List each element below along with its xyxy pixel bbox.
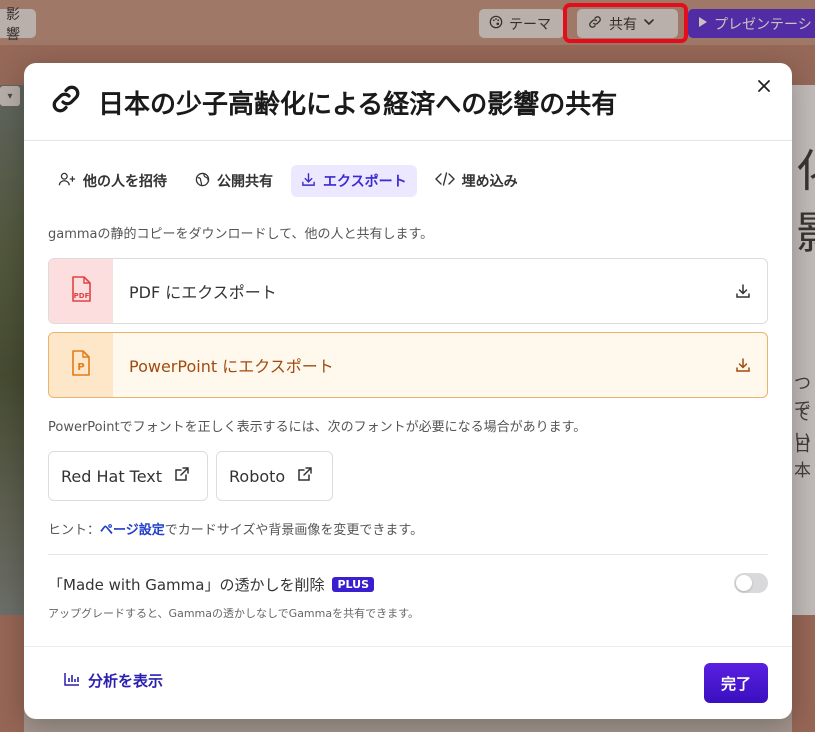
view-analytics-label: 分析を表示 [88,672,164,690]
page-settings-link[interactable]: ページ設定 [100,523,165,538]
bar-chart-icon [64,672,80,690]
download-icon [719,283,767,299]
tab-label: エクスポート [323,174,407,190]
tab-invite[interactable]: 他の人を招待 [48,165,177,197]
export-pdf-icon-box: PDF [49,259,113,323]
export-description: gammaの静的コピーをダウンロードして、他の人と共有します。 [48,227,434,242]
share-button-highlight [563,3,688,43]
watermark-option: 「Made with Gamma」の透かしを削除 PLUS [48,574,375,595]
pdf-file-icon: PDF [68,275,94,307]
tab-label: 公開共有 [217,174,273,190]
globe-icon [195,172,210,191]
section-divider [48,554,768,555]
font-link-label: Roboto [229,466,286,486]
tab-label: 他の人を招待 [83,174,167,190]
font-link-label: Red Hat Text [61,466,163,486]
dialog-title: 日本の少子高齢化による経済への影響の共有 [98,90,618,120]
toggle-knob [736,575,752,591]
pdf-icon-text: PDF [74,292,90,300]
close-button[interactable] [752,75,776,99]
font-link-red-hat-text[interactable]: Red Hat Text [48,451,208,501]
watermark-title: 「Made with Gamma」の透かしを削除 [48,576,325,594]
close-icon [757,78,771,97]
view-analytics-button[interactable]: 分析を表示 [64,670,163,691]
tab-public-share[interactable]: 公開共有 [185,165,283,197]
powerpoint-file-icon: P [69,349,93,381]
export-powerpoint-button[interactable]: P PowerPoint にエクスポート [48,332,768,398]
watermark-subtitle: アップグレードすると、Gammaの透かしなしでGammaを共有できます。 [48,607,420,620]
export-powerpoint-label: PowerPoint にエクスポート [129,357,334,376]
export-pdf-label: PDF にエクスポート [129,283,277,302]
font-requirement-note: PowerPointでフォントを正しく表示するには、次のフォントが必要になる場合… [48,420,587,435]
export-pdf-button[interactable]: PDF PDF にエクスポート [48,258,768,324]
download-icon [301,172,316,191]
watermark-toggle[interactable] [734,573,768,593]
tab-export[interactable]: エクスポート [291,165,417,197]
hint-prefix: ヒント： [48,523,101,538]
footer-divider [24,646,792,647]
link-icon [48,81,84,124]
share-dialog: 日本の少子高齢化による経済への影響の共有 他の人を招待 公開共有 エクスポート [24,63,792,719]
tab-embed[interactable]: 埋め込み [425,165,528,197]
external-link-icon [174,466,190,486]
dialog-title-row: 日本の少子高齢化による経済への影響の共有 [48,81,617,124]
hint-suffix: でカードサイズや背景画像を変更できます。 [164,523,424,538]
dialog-header: 日本の少子高齢化による経済への影響の共有 [24,63,792,141]
external-link-icon [297,466,313,486]
tab-label: 埋め込み [461,174,518,190]
download-icon [719,357,767,373]
done-button[interactable]: 完了 [704,663,768,703]
hint-text: ヒント：ページ設定でカードサイズや背景画像を変更できます。 [48,519,423,538]
export-powerpoint-icon-box: P [49,333,113,397]
plus-badge: PLUS [332,577,375,592]
share-tabs: 他の人を招待 公開共有 エクスポート 埋め込み [48,165,528,197]
code-icon [434,172,455,190]
powerpoint-icon-text: P [77,362,84,373]
done-button-label: 完了 [720,674,751,693]
person-plus-icon [58,171,76,191]
font-link-roboto[interactable]: Roboto [216,451,333,501]
